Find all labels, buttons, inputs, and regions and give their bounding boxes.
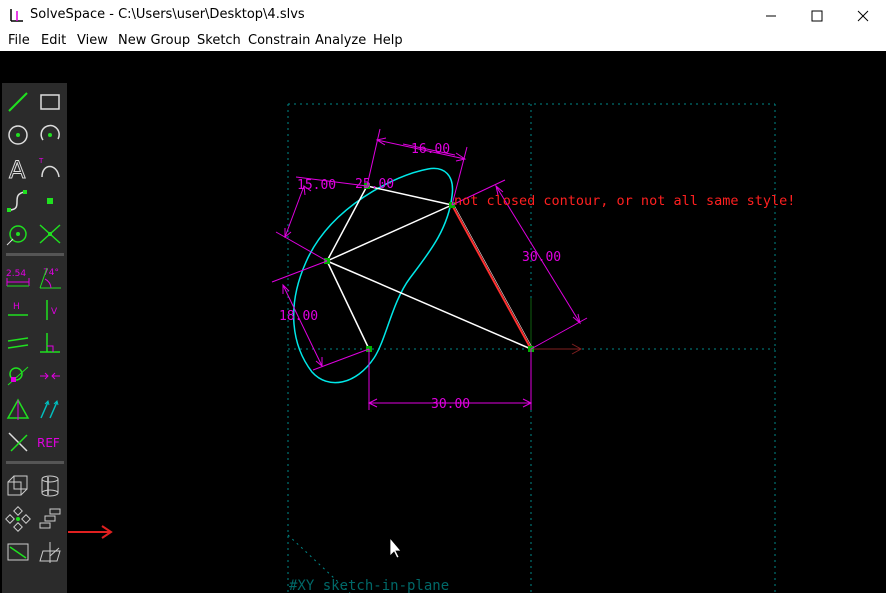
on-entity-icon: [7, 366, 29, 386]
tool-angle-dimension[interactable]: 74°: [36, 263, 64, 291]
group-label: #XY sketch-in-plane: [289, 578, 449, 593]
dim-25[interactable]: 25.00: [355, 177, 394, 192]
tool-reference[interactable]: REF: [36, 428, 66, 456]
svg-text:V: V: [51, 307, 58, 317]
in-workplane-icon: [7, 543, 29, 561]
tool-construction[interactable]: [4, 428, 32, 456]
tool-line[interactable]: [4, 88, 32, 116]
dim-15[interactable]: 15.00: [297, 178, 336, 193]
horizontal-icon: H: [8, 302, 28, 316]
lathe-icon: [41, 475, 59, 497]
reference-icon: REF: [37, 436, 60, 450]
in-3d-icon: [39, 542, 61, 563]
tool-vertical[interactable]: V: [36, 296, 64, 324]
error-message: not closed contour, or not all same styl…: [454, 193, 795, 209]
solvespace-window: SolveSpace - C:\Users\user\Desktop\4.slv…: [0, 0, 886, 593]
constraint-lines: [271, 128, 588, 410]
tool-lathe[interactable]: [36, 472, 64, 500]
step-translating-icon: [39, 508, 61, 529]
tool-split-curves[interactable]: [36, 220, 64, 248]
tool-perpendicular[interactable]: [36, 329, 64, 357]
circle-icon: [8, 125, 28, 145]
parallel-icon: [7, 337, 29, 349]
red-arrow-annotation: [68, 525, 113, 539]
tool-symmetric[interactable]: [4, 395, 32, 423]
tool-in-3d[interactable]: [36, 538, 64, 566]
svg-text:2.54: 2.54: [6, 269, 26, 279]
dim-30-right[interactable]: 30.00: [522, 250, 561, 265]
svg-text:A: A: [9, 156, 26, 181]
tool-workplane[interactable]: [4, 220, 32, 248]
workplane-icon: [6, 225, 27, 246]
same-orientation-icon: [40, 400, 59, 419]
angle-dimension-icon: 74°: [39, 267, 61, 289]
tool-horizontal[interactable]: H: [4, 296, 32, 324]
construction-icon: [8, 432, 28, 452]
tool-text[interactable]: A: [4, 154, 32, 182]
distance-dimension-icon: 2.54: [6, 269, 30, 287]
toolbar-separator: [6, 461, 64, 464]
mouse-cursor: [389, 536, 402, 559]
perpendicular-icon: [40, 333, 60, 353]
svg-text:H: H: [13, 302, 20, 312]
tool-rectangle[interactable]: [36, 88, 64, 116]
extrude-icon: [7, 475, 28, 496]
svg-text:T: T: [38, 157, 44, 165]
tool-circle[interactable]: [4, 121, 32, 149]
tool-bezier[interactable]: [4, 187, 32, 215]
x-axis-arrow: [531, 343, 583, 355]
tangent-arc-icon: T: [38, 157, 60, 178]
tool-step-rotating[interactable]: [4, 505, 32, 533]
tool-arc[interactable]: [36, 121, 64, 149]
tool-distance-dimension[interactable]: 2.54: [4, 263, 32, 291]
rectangle-icon: [40, 94, 60, 110]
arc-icon: [40, 124, 60, 141]
dim-16[interactable]: 16.00: [411, 142, 450, 157]
tool-equal[interactable]: [36, 362, 64, 390]
tool-tangent-arc[interactable]: T: [36, 154, 64, 182]
vertical-icon: V: [46, 300, 58, 320]
toolbar-separator: [6, 253, 64, 256]
sketch-lines[interactable]: [326, 185, 532, 350]
svg-text:REF: REF: [37, 436, 60, 450]
tool-palette: A T 2.54 74° H V REF: [2, 83, 67, 593]
split-curves-icon: [39, 224, 61, 244]
tool-parallel[interactable]: [4, 329, 32, 357]
line-icon: [8, 92, 28, 112]
step-rotating-icon: [5, 506, 31, 532]
point-icon: [47, 198, 53, 204]
tool-point[interactable]: [36, 187, 64, 215]
bezier-icon: [7, 190, 27, 212]
dim-30-bottom[interactable]: 30.00: [431, 397, 470, 412]
spline-curve[interactable]: [292, 167, 454, 384]
tool-step-translating[interactable]: [36, 505, 64, 533]
tool-extrude[interactable]: [4, 472, 32, 500]
equal-arrows-icon: [40, 372, 60, 380]
tool-same-orientation[interactable]: [36, 395, 64, 423]
symmetric-icon: [6, 398, 30, 420]
text-icon: A: [9, 156, 27, 182]
tool-on-entity[interactable]: [4, 362, 32, 390]
tool-in-workplane[interactable]: [4, 538, 32, 566]
dim-18[interactable]: 18.00: [279, 309, 318, 324]
sketch-drawing[interactable]: 25.00 16.00 15.00 30.00 18.00 30.00 not …: [0, 0, 886, 593]
error-line[interactable]: [451, 204, 532, 350]
